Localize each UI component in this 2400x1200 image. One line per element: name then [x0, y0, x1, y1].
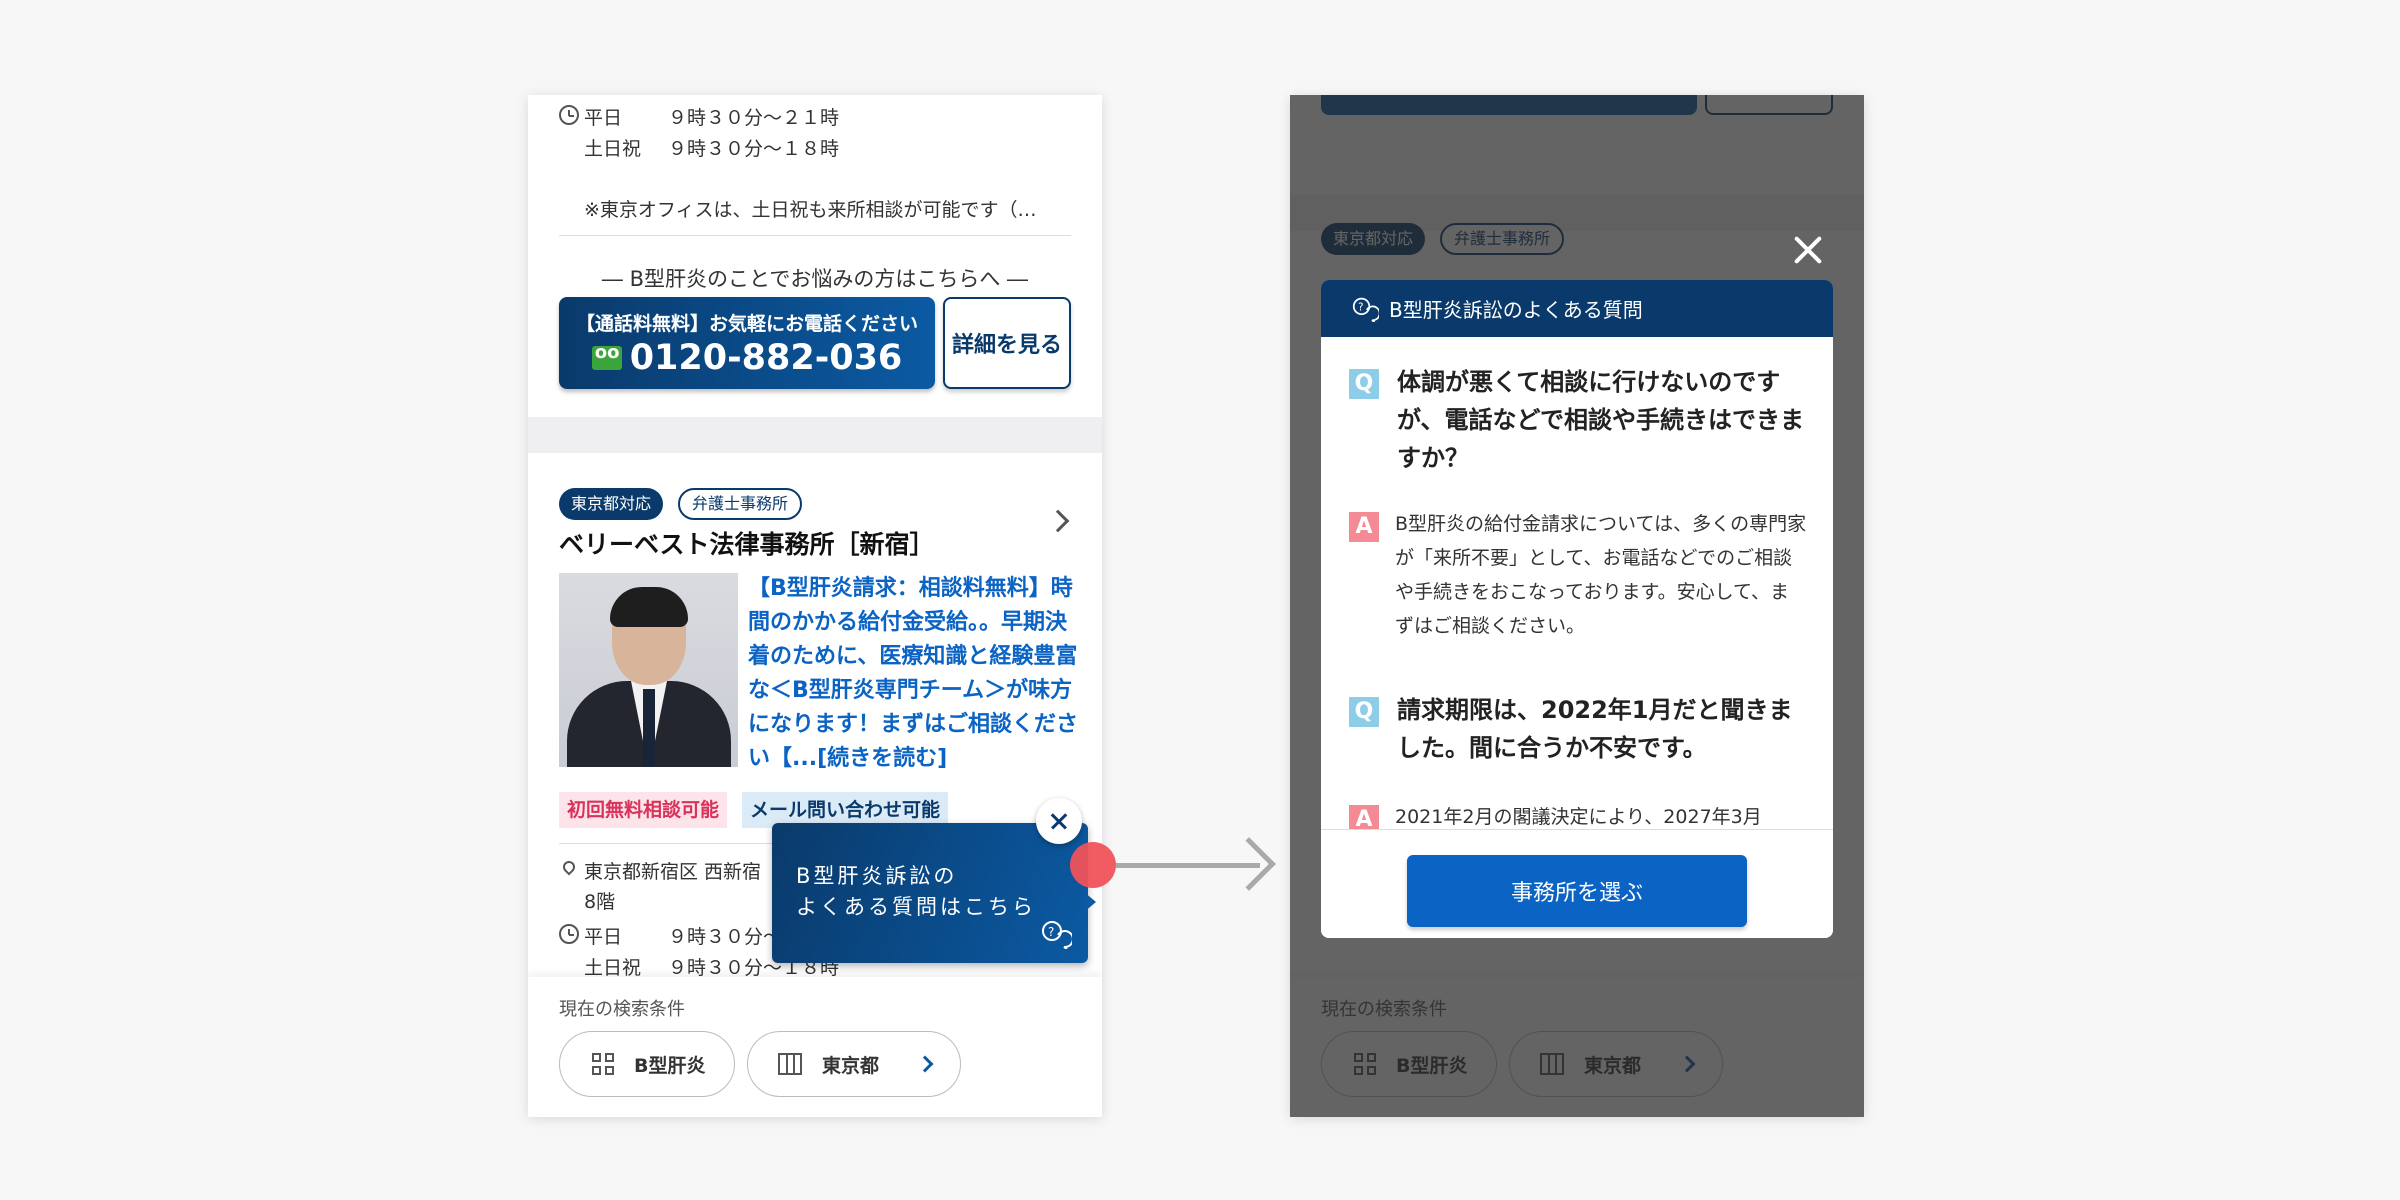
modal-header: ? B型肝炎訴訟のよくある質問 — [1321, 280, 1833, 337]
location-pin-icon — [560, 858, 578, 876]
faq-modal: ? B型肝炎訴訟のよくある質問 Q 体調が悪くて相談に行けないのですが、電話など… — [1321, 280, 1833, 938]
tag-region: 東京都対応 — [559, 488, 664, 520]
call-button-number: 0120-882-036 — [559, 338, 935, 378]
badge-free-consult: 初回無料相談可能 — [559, 792, 728, 828]
detail-button[interactable]: 詳細を見る — [943, 297, 1071, 389]
grid-icon — [592, 1053, 614, 1075]
hours-label: 土日祝 — [584, 957, 642, 979]
select-office-button[interactable]: 事務所を選ぶ — [1407, 855, 1747, 927]
answer-marker: A — [1349, 512, 1379, 542]
tap-indicator — [1070, 842, 1116, 888]
clock-icon — [559, 924, 579, 944]
freedial-icon — [591, 342, 622, 370]
search-conditions-bar: 現在の検索条件 B型肝炎 東京都 — [528, 977, 1102, 1117]
chevron-right-icon — [916, 1055, 934, 1073]
search-conditions-label: 現在の検索条件 — [559, 999, 685, 1020]
faq-question: 体調が悪くて相談に行けないのですが、電話などで相談や手続きはできますか？ — [1397, 368, 1805, 472]
modal-title: B型肝炎訴訟のよくある質問 — [1389, 298, 1643, 322]
qa-icon: ? — [1042, 921, 1072, 949]
hours-value: ９時３０分～ — [668, 926, 783, 948]
modal-footer: 事務所を選ぶ — [1321, 829, 1833, 938]
question-marker: Q — [1349, 697, 1379, 727]
hours-value: ９時３０分～２１時 — [668, 107, 840, 129]
office-note: ※東京オフィスは、土日祝も来所相談が可能です（… — [584, 199, 1037, 221]
call-button[interactable]: 【通話料無料】お気軽にお電話ください 0120-882-036 — [559, 297, 935, 389]
modal-body[interactable]: Q 体調が悪くて相談に行けないのですが、電話などで相談や手続きはできますか？ A… — [1321, 337, 1833, 829]
chip-label: 東京都 — [822, 1054, 880, 1077]
hours-label: 平日 — [584, 107, 623, 129]
faq-answer: 2021年2月の閣議決定により、2027年3月 — [1395, 806, 1762, 828]
banner-tail — [1084, 892, 1096, 912]
firm-pr-text[interactable]: 【B型肝炎請求：相談料無料】時間のかかる給付金受給。。早期決着のために、医療知識… — [748, 572, 1078, 776]
banner-close-button[interactable] — [1036, 798, 1082, 844]
svg-text:?: ? — [1358, 301, 1364, 313]
section-gap — [528, 417, 1102, 453]
screen-after: 0120-882-036 東京都対応 弁護士事務所 現在の検索条件 B型肝炎 東… — [1290, 95, 1864, 1117]
faq-answer: B型肝炎の給付金請求については、多くの専門家が「来所不要」として、お電話などでの… — [1395, 513, 1807, 637]
chip-label: B型肝炎 — [634, 1054, 706, 1077]
tag-type: 弁護士事務所 — [678, 488, 803, 520]
hours-holiday: 土日祝 ９時３０分～１８時 — [584, 134, 839, 161]
faq-question: 請求期限は、2022年1月だと聞きました。間に合うか不安です。 — [1397, 696, 1793, 762]
firm-name[interactable]: ベリーベスト法律事務所［新宿］ — [559, 525, 935, 561]
hours-value: ９時３０分～１８時 — [668, 138, 840, 160]
hours-label: 土日祝 — [584, 138, 642, 160]
question-marker: Q — [1349, 369, 1379, 399]
condition-chip-area[interactable]: 東京都 — [747, 1031, 961, 1097]
chevron-right-icon[interactable] — [1046, 509, 1070, 533]
clock-icon — [559, 105, 579, 125]
arrow-right-icon — [1222, 837, 1276, 891]
faq-banner-text: B型肝炎訴訟の よくある質問はこちら — [796, 861, 1036, 923]
faq-banner-line: よくある質問はこちら — [796, 895, 1036, 919]
modal-close-button[interactable] — [1788, 230, 1828, 270]
lawyer-photo — [559, 573, 738, 767]
screen-before: 平日 ９時３０分～２１時 土日祝 ９時３０分～１８時 ※東京オフィスは、土日祝も来所… — [528, 95, 1102, 1117]
hours-weekday: 平日 ９時３０分～２１時 — [584, 103, 839, 130]
faq-floating-banner[interactable]: B型肝炎訴訟の よくある質問はこちら ? — [772, 823, 1088, 963]
phone-number: 0120-882-036 — [629, 338, 903, 378]
faq-banner-line: B型肝炎訴訟の — [796, 864, 958, 888]
call-button-caption: 【通話料無料】お気軽にお電話ください — [575, 313, 918, 335]
firm-address: 東京都新宿区 西新宿 — [584, 861, 762, 883]
qa-icon: ? — [1352, 297, 1379, 322]
svg-text:?: ? — [1048, 925, 1054, 939]
divider — [559, 235, 1071, 236]
answer-marker: A — [1349, 805, 1379, 829]
firm-address-floor: 8階 — [584, 891, 616, 913]
ask-heading: ― B型肝炎のことでお悩みの方はこちらへ ― — [601, 267, 1029, 291]
hours-label: 平日 — [584, 926, 623, 948]
firm-hours-weekday: 平日 ９時３０分～ — [584, 922, 782, 949]
map-icon — [778, 1053, 802, 1075]
condition-chip-disease[interactable]: B型肝炎 — [559, 1031, 735, 1097]
